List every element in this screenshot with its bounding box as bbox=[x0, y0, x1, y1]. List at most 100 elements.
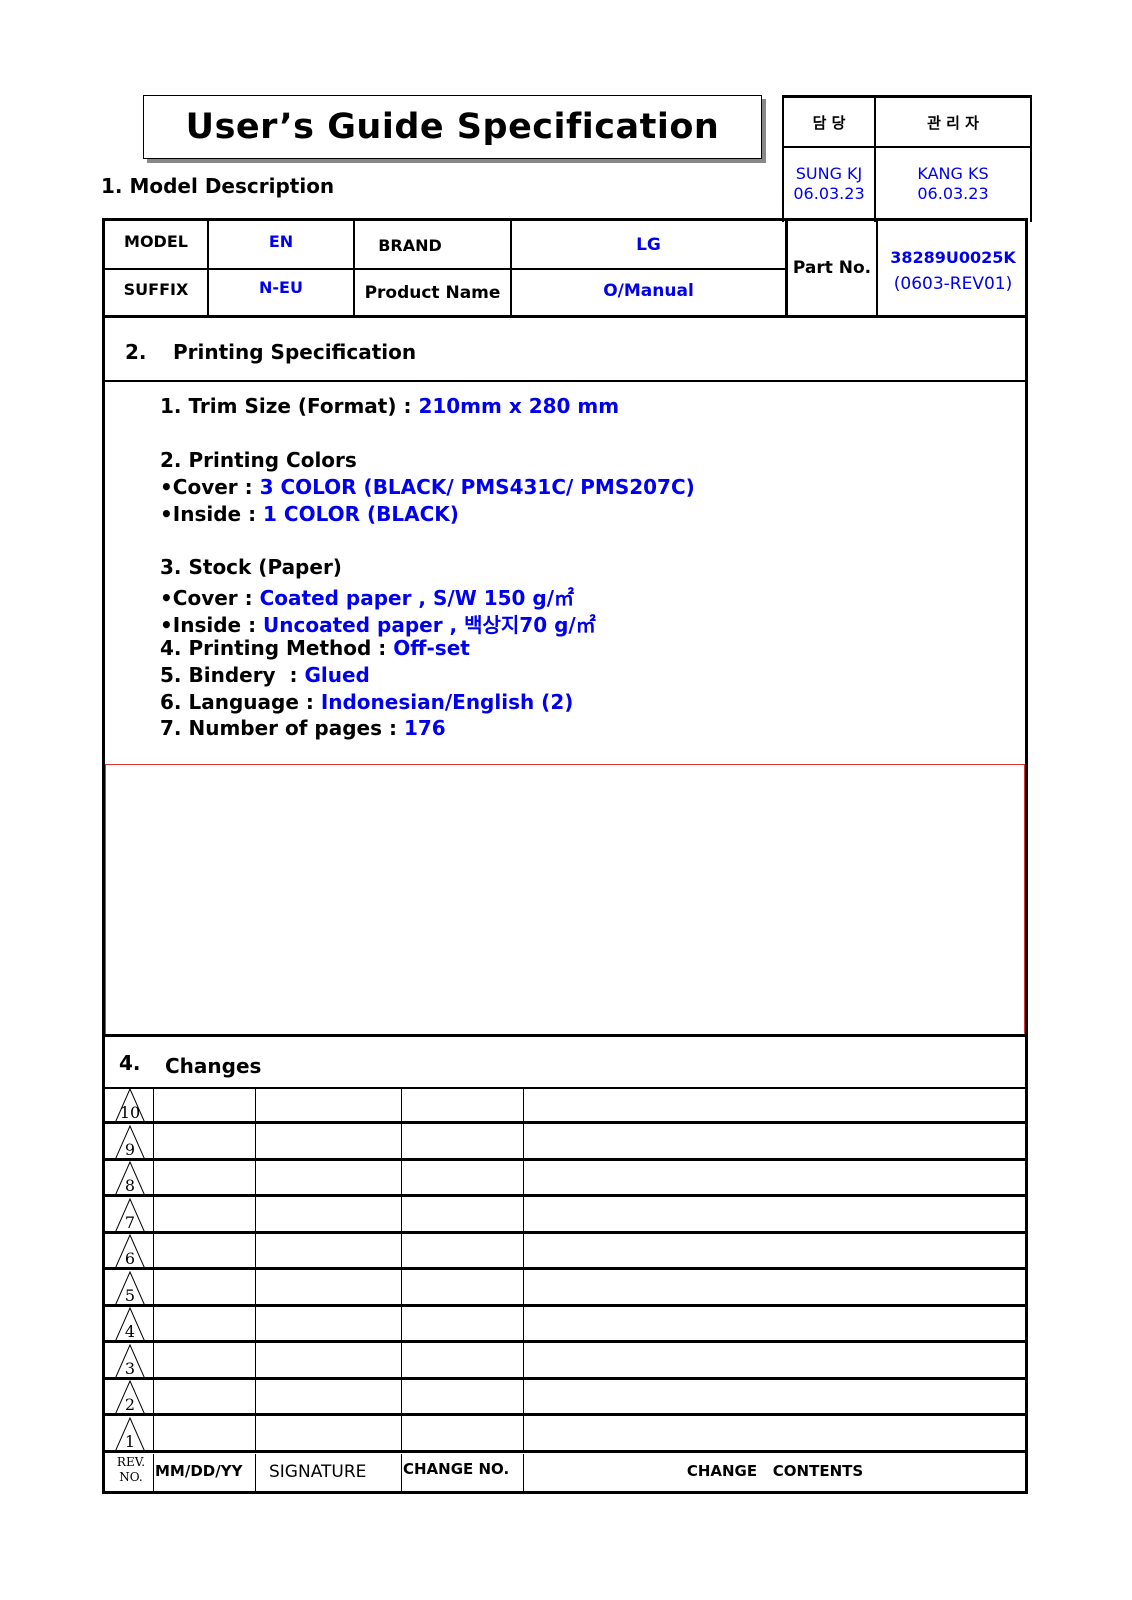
revision-triangle-icon: 6 bbox=[113, 1234, 147, 1270]
spec-line: 3. Stock (Paper) bbox=[160, 555, 342, 579]
model-label: MODEL bbox=[124, 231, 188, 251]
revision-number: 5 bbox=[124, 1285, 136, 1305]
printing-specification-section: 2. Printing Specification 1. Trim Size (… bbox=[102, 318, 1028, 1036]
changes-column-headers: REV. NO. MM/DD/YY SIGNATURE CHANGE NO. C… bbox=[105, 1454, 1025, 1491]
printing-spec-number: 2. bbox=[125, 340, 147, 364]
spec-label: 1. Trim Size (Format) : bbox=[160, 394, 419, 418]
spec-value: 210mm x 280 mm bbox=[418, 394, 620, 418]
change-row: 5 bbox=[105, 1269, 1025, 1307]
change-row: 2 bbox=[105, 1379, 1025, 1416]
approval-header-charge: 담 당 bbox=[812, 113, 846, 132]
spec-line: •Cover : 3 COLOR (BLACK/ PMS431C/ PMS207… bbox=[160, 475, 695, 499]
spec-value: Off-set bbox=[393, 636, 470, 660]
revision-triangle-icon: 7 bbox=[113, 1197, 147, 1234]
changes-header: 4. Changes bbox=[105, 1037, 1025, 1089]
change-row: 4 bbox=[105, 1306, 1025, 1343]
change-row: 7 bbox=[105, 1196, 1025, 1234]
spec-line: •Inside : 1 COLOR (BLACK) bbox=[160, 502, 459, 526]
spec-value: Coated paper , S/W 150 g/㎡ bbox=[259, 586, 575, 610]
blank-notes-area bbox=[105, 764, 1025, 1036]
spec-label: 4. Printing Method : bbox=[160, 636, 394, 660]
change-contents-header: CHANGE CONTENTS bbox=[686, 1462, 864, 1480]
change-row: 1 bbox=[105, 1415, 1025, 1453]
change-row: 8 bbox=[105, 1160, 1025, 1197]
revision-number: 8 bbox=[124, 1176, 136, 1195]
revision-number: 3 bbox=[124, 1358, 136, 1378]
approval-manager-name: KANG KS bbox=[917, 164, 989, 183]
approval-manager-cell: KANG KS 06.03.23 bbox=[876, 148, 1030, 220]
spec-line: 4. Printing Method : Off-set bbox=[160, 636, 470, 660]
changes-number: 4. bbox=[119, 1051, 141, 1075]
spec-label: •Inside : bbox=[160, 613, 264, 637]
part-no-value: 38289U0025K bbox=[890, 248, 1016, 267]
change-row: 9 bbox=[105, 1123, 1025, 1161]
change-row: 10 bbox=[105, 1087, 1025, 1124]
spec-value: Glued bbox=[304, 663, 370, 687]
spec-label: •Inside : bbox=[160, 502, 264, 526]
revision-number: 4 bbox=[124, 1322, 136, 1341]
spec-label: 3. Stock (Paper) bbox=[160, 555, 342, 579]
spec-label: •Cover : bbox=[160, 586, 260, 610]
revision-number: 7 bbox=[124, 1212, 136, 1232]
date-header: MM/DD/YY bbox=[155, 1462, 243, 1480]
revision-triangle-icon: 3 bbox=[113, 1343, 147, 1380]
printing-spec-heading: Printing Specification bbox=[173, 340, 417, 364]
spec-line: 7. Number of pages : 176 bbox=[160, 716, 446, 740]
document-title: User’s Guide Specification bbox=[185, 107, 720, 147]
spec-line: 1. Trim Size (Format) : 210mm x 280 mm bbox=[160, 394, 619, 418]
approval-charge-date: 06.03.23 bbox=[793, 184, 865, 203]
spec-line: 2. Printing Colors bbox=[160, 448, 357, 472]
spec-label: 6. Language : bbox=[160, 690, 321, 714]
change-row: 3 bbox=[105, 1342, 1025, 1380]
revision-triangle-icon: 8 bbox=[113, 1161, 147, 1197]
part-no-label: Part No. bbox=[792, 258, 872, 278]
suffix-label: SUFFIX bbox=[123, 279, 189, 299]
product-name-label: Product Name bbox=[364, 283, 501, 303]
signature-header: SIGNATURE bbox=[269, 1462, 367, 1482]
spec-value: 176 bbox=[403, 716, 446, 740]
revision-triangle-icon: 4 bbox=[113, 1307, 147, 1343]
spec-value: Indonesian/English (2) bbox=[320, 690, 574, 714]
part-no-cell: 38289U0025K (0603-REV01) bbox=[878, 241, 1028, 301]
changes-heading: Changes bbox=[165, 1054, 262, 1078]
spec-line: •Inside : Uncoated paper , 백상지70 g/㎡ bbox=[160, 609, 596, 638]
spec-label: 2. Printing Colors bbox=[160, 448, 357, 472]
approval-table: 담 당 관 리 자 SUNG KJ 06.03.23 KANG KS 06.03… bbox=[782, 95, 1032, 222]
revision-triangle-icon: 5 bbox=[113, 1270, 147, 1307]
spec-label: 5. Bindery : bbox=[160, 663, 305, 687]
brand-label: BRAND bbox=[378, 235, 442, 255]
change-no-header: CHANGE NO. bbox=[403, 1460, 510, 1478]
spec-value: Uncoated paper , 백상지70 g/㎡ bbox=[263, 613, 596, 637]
approval-manager-date: 06.03.23 bbox=[917, 184, 989, 203]
spec-line: 5. Bindery : Glued bbox=[160, 663, 370, 687]
revision-triangle-icon: 1 bbox=[113, 1416, 147, 1453]
spec-label: 7. Number of pages : bbox=[160, 716, 404, 740]
model-table: MODEL EN BRAND LG SUFFIX N-EU Product Na… bbox=[102, 218, 1028, 318]
revision-triangle-icon: 9 bbox=[113, 1124, 147, 1161]
revision-number: 6 bbox=[124, 1249, 136, 1268]
approval-header-manager: 관 리 자 bbox=[927, 113, 979, 132]
revision-triangle-icon: 10 bbox=[113, 1088, 147, 1124]
spec-line: 6. Language : Indonesian/English (2) bbox=[160, 690, 573, 714]
spec-value: 3 COLOR (BLACK/ PMS431C/ PMS207C) bbox=[259, 475, 695, 499]
spec-label: •Cover : bbox=[160, 475, 260, 499]
revision-number: 2 bbox=[124, 1395, 136, 1414]
revision-number: 9 bbox=[124, 1139, 136, 1159]
revision-triangle-icon: 2 bbox=[113, 1380, 147, 1416]
brand-value: LG bbox=[636, 235, 661, 255]
spec-line: •Cover : Coated paper , S/W 150 g/㎡ bbox=[160, 582, 574, 611]
changes-section: 4. Changes 10 9 8 7 6 5 4 3 2 1 REV. NO. MM/DD/YY… bbox=[102, 1034, 1028, 1494]
approval-charge-name: SUNG KJ bbox=[795, 164, 863, 183]
spec-value: 1 COLOR (BLACK) bbox=[263, 502, 459, 526]
suffix-value: N-EU bbox=[259, 277, 303, 297]
revision-number: 1 bbox=[124, 1431, 136, 1451]
revision-number: 10 bbox=[119, 1103, 141, 1122]
product-name-value: O/Manual bbox=[603, 281, 694, 301]
model-value: EN bbox=[268, 231, 294, 251]
part-no-revision: (0603-REV01) bbox=[893, 274, 1013, 294]
printing-spec-header: 2. Printing Specification bbox=[105, 318, 1025, 382]
rev-no-header: REV. NO. bbox=[116, 1455, 146, 1484]
change-row: 6 bbox=[105, 1233, 1025, 1270]
model-description-heading: 1. Model Description bbox=[101, 174, 335, 198]
document-title-box: User’s Guide Specification bbox=[143, 95, 762, 159]
